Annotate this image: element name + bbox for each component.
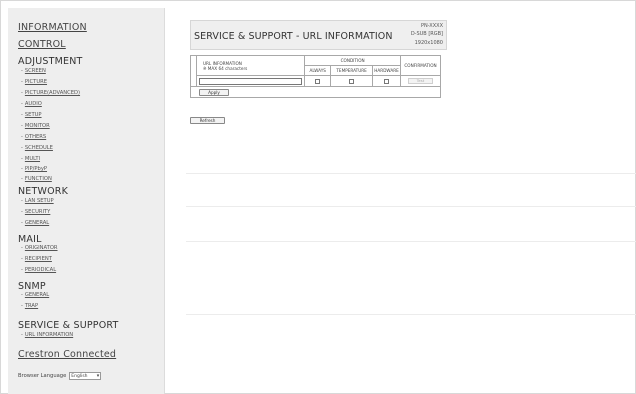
test-button-cell: Test (400, 75, 441, 87)
browser-language-select[interactable]: English ▾ (69, 372, 102, 380)
nav-item-picture-advanced[interactable]: - PICTURE(ADVANCED) (21, 90, 80, 96)
nav-item-security[interactable]: - SECURITY (21, 209, 50, 215)
nav-service-heading: SERVICE & SUPPORT (18, 320, 119, 331)
nav-item-network-general[interactable]: - GENERAL (21, 220, 49, 226)
divider (186, 241, 636, 242)
nav-item-others[interactable]: - OTHERS (21, 134, 46, 140)
nav-item-lan-setup[interactable]: - LAN SETUP (21, 198, 54, 204)
hardware-checkbox-cell (372, 75, 402, 87)
nav-item-pip-pbyp[interactable]: - PIP/PbyP (21, 166, 47, 172)
divider (186, 314, 636, 315)
divider (186, 173, 636, 174)
nav-item-originator[interactable]: - ORIGINATOR (21, 245, 58, 251)
browser-language: Browser Language English ▾ (18, 372, 102, 380)
nav-item-multi[interactable]: - MULTI (21, 156, 40, 162)
condition-always-header: ALWAYS (304, 65, 332, 76)
nav-item-trap[interactable]: - TRAP (21, 303, 38, 309)
nav-mail-heading: MAIL (18, 234, 42, 245)
main-content: SERVICE & SUPPORT - URL INFORMATION PN-X… (166, 8, 636, 394)
nav-item-audio[interactable]: - AUDIO (21, 101, 42, 107)
nav-crestron-connected[interactable]: Crestron Connected (18, 349, 116, 360)
nav-item-schedule[interactable]: - SCHEDULE (21, 145, 53, 151)
condition-hardware-header: HARDWARE (372, 65, 402, 76)
nav-item-setup[interactable]: - SETUP (21, 112, 42, 118)
always-checkbox-cell (304, 75, 332, 87)
nav-item-snmp-general[interactable]: - GENERAL (21, 292, 49, 298)
nav-item-function[interactable]: - FUNCTION (21, 176, 52, 182)
url-information-table: URL INFORMATION ※ MAX 64 characters COND… (190, 55, 441, 98)
nav-item-periodical[interactable]: - PERIODICAL (21, 267, 56, 273)
page-header: SERVICE & SUPPORT - URL INFORMATION PN-X… (190, 20, 447, 50)
page-title: SERVICE & SUPPORT - URL INFORMATION (194, 31, 393, 42)
nav-network-heading: NETWORK (18, 186, 69, 197)
divider (186, 206, 636, 207)
url-header: URL INFORMATION ※ MAX 64 characters (195, 55, 306, 76)
url-header-hint: ※ MAX 64 characters (202, 65, 248, 71)
hardware-checkbox[interactable] (384, 78, 390, 84)
browser-language-value: English (71, 373, 88, 379)
nav-item-url-information[interactable]: - URL INFORMATION (21, 332, 73, 338)
refresh-button[interactable]: Refresh (190, 117, 225, 124)
apply-button[interactable]: Apply (199, 88, 229, 96)
nav-item-recipient[interactable]: - RECIPIENT (21, 256, 52, 262)
nav-snmp-heading: SNMP (18, 281, 46, 292)
nav-item-monitor[interactable]: - MONITOR (21, 123, 50, 129)
nav-adjustment-heading: ADJUSTMENT (18, 56, 83, 67)
condition-header: CONDITION (304, 55, 402, 66)
url-input-cell (195, 75, 306, 87)
confirmation-header: CONFIRMATION (400, 55, 441, 76)
input-signal: D-SUB [RGB] (410, 31, 443, 37)
nav-item-screen[interactable]: - SCREEN (21, 68, 46, 74)
page-frame: INFORMATION CONTROL ADJUSTMENT - SCREEN -… (0, 0, 636, 394)
nav-item-picture[interactable]: - PICTURE (21, 79, 47, 85)
always-checkbox[interactable] (315, 78, 321, 84)
url-input[interactable] (198, 77, 303, 85)
sidebar: INFORMATION CONTROL ADJUSTMENT - SCREEN -… (8, 8, 165, 394)
nav-information[interactable]: INFORMATION (18, 22, 87, 33)
condition-temperature-header: TEMPERATURE (330, 65, 374, 76)
apply-row: Apply (190, 86, 441, 98)
temperature-checkbox-cell (330, 75, 374, 87)
chevron-down-icon: ▾ (96, 372, 100, 379)
temperature-checkbox[interactable] (349, 78, 355, 84)
nav-control[interactable]: CONTROL (18, 39, 66, 50)
model-name: PN-XXXX (420, 23, 443, 29)
test-button[interactable]: Test (408, 78, 433, 84)
browser-language-label: Browser Language (18, 373, 67, 379)
resolution: 1920x1080 (414, 40, 443, 46)
